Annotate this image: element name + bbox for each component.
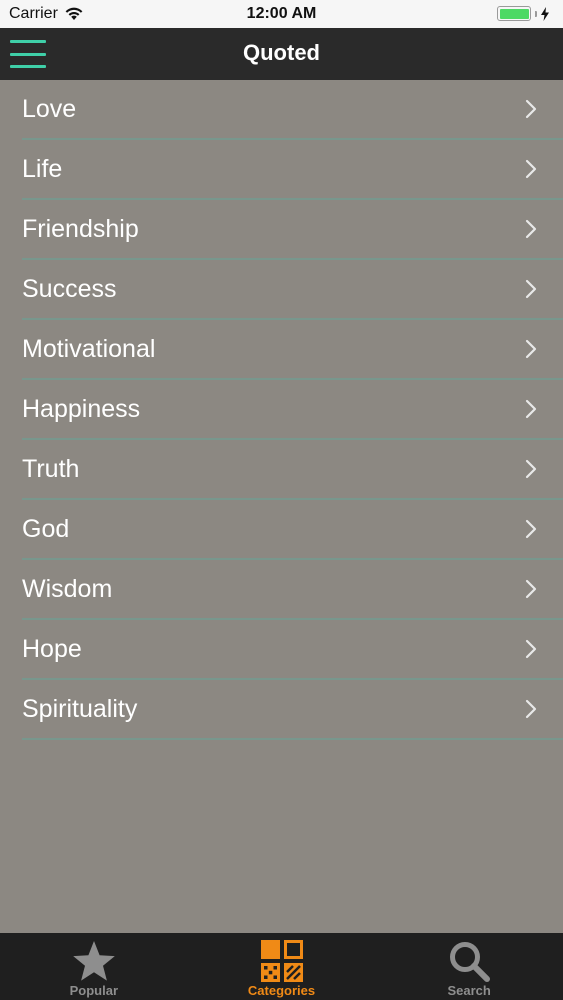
chevron-right-icon bbox=[525, 699, 537, 719]
chevron-right-icon bbox=[525, 519, 537, 539]
tab-search[interactable]: Search bbox=[375, 933, 563, 1000]
charging-bolt-icon bbox=[541, 6, 549, 21]
chevron-right-icon bbox=[525, 579, 537, 599]
list-item[interactable]: Wisdom bbox=[0, 560, 563, 620]
categories-grid-icon bbox=[260, 940, 303, 982]
list-item[interactable]: Friendship bbox=[0, 200, 563, 260]
star-icon bbox=[73, 941, 115, 981]
category-list: Love Life Friendship Success Motivational Hap… bbox=[0, 80, 563, 740]
category-label: Wisdom bbox=[22, 575, 113, 603]
list-item[interactable]: Love bbox=[0, 80, 563, 140]
category-label: Love bbox=[22, 95, 77, 123]
category-label: Truth bbox=[22, 455, 80, 483]
category-label: Happiness bbox=[22, 395, 141, 423]
list-item[interactable]: Success bbox=[0, 260, 563, 320]
list-item[interactable]: Happiness bbox=[0, 380, 563, 440]
battery-icon bbox=[497, 6, 531, 21]
navigation-bar: Quoted bbox=[0, 28, 563, 80]
chevron-right-icon bbox=[525, 639, 537, 659]
tab-label: Popular bbox=[69, 983, 119, 998]
list-item[interactable]: God bbox=[0, 500, 563, 560]
chevron-right-icon bbox=[525, 459, 537, 479]
tab-categories[interactable]: Categories bbox=[188, 933, 376, 1000]
chevron-right-icon bbox=[525, 339, 537, 359]
category-label: Friendship bbox=[22, 215, 139, 243]
category-label: Motivational bbox=[22, 335, 156, 363]
chevron-right-icon bbox=[525, 279, 537, 299]
category-label: Spirituality bbox=[22, 695, 138, 723]
search-icon bbox=[450, 942, 491, 982]
list-item[interactable]: Motivational bbox=[0, 320, 563, 380]
battery-indicator bbox=[497, 6, 549, 21]
category-label: God bbox=[22, 515, 70, 543]
category-label: Life bbox=[22, 155, 63, 183]
battery-fill bbox=[499, 8, 529, 19]
tab-label: Search bbox=[447, 983, 491, 998]
list-item[interactable]: Spirituality bbox=[0, 680, 563, 740]
tab-label: Categories bbox=[247, 983, 316, 998]
list-item[interactable]: Truth bbox=[0, 440, 563, 500]
page-title: Quoted bbox=[243, 40, 320, 65]
list-item[interactable]: Life bbox=[0, 140, 563, 200]
category-label: Hope bbox=[22, 635, 82, 663]
status-bar: Carrier 12:00 AM bbox=[0, 0, 563, 28]
status-time: 12:00 AM bbox=[246, 5, 317, 22]
chevron-right-icon bbox=[525, 159, 537, 179]
row-separator bbox=[22, 738, 563, 740]
chevron-right-icon bbox=[525, 219, 537, 239]
tab-bar: Popular Categories Search bbox=[0, 933, 563, 1000]
tab-popular[interactable]: Popular bbox=[0, 933, 188, 1000]
list-item[interactable]: Hope bbox=[0, 620, 563, 680]
chevron-right-icon bbox=[525, 99, 537, 119]
category-label: Success bbox=[22, 275, 117, 303]
chevron-right-icon bbox=[525, 399, 537, 419]
